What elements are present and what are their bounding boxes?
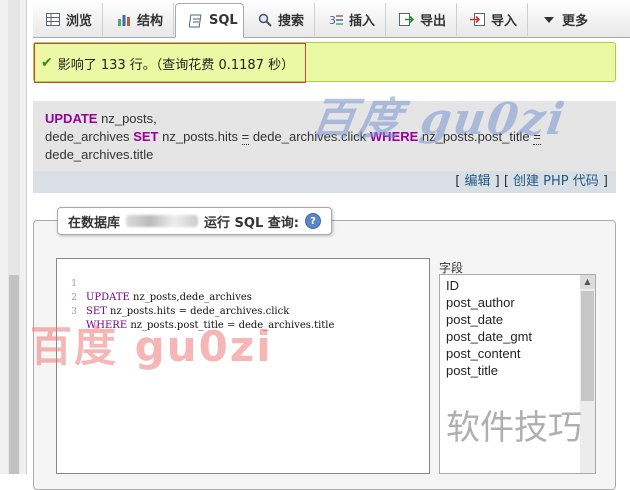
success-message-text: 影响了 133 行。（查询花费 0.1187 秒） [57, 57, 295, 73]
tab-structure-label: 结构 [137, 14, 164, 29]
export-icon [399, 13, 414, 27]
legend-suffix: 运行 SQL 查询: [204, 215, 299, 231]
edit-link[interactable]: 编辑 [464, 174, 490, 189]
left-scrollbar-thumb[interactable] [9, 275, 19, 474]
field-option[interactable]: post_content [440, 345, 595, 362]
create-php-code-link[interactable]: 创建 PHP 代码 [513, 174, 599, 189]
tab-more-label: 更多 [562, 14, 589, 29]
browse-icon [45, 13, 60, 27]
tab-export[interactable]: 导出 [387, 3, 457, 36]
sql-operator-equals: = [241, 129, 250, 145]
watermark-red: 百度 gu0zi [30, 322, 273, 371]
field-option[interactable]: post_date_gmt [440, 328, 595, 345]
import-icon [470, 13, 485, 27]
checkmark-icon: ✔ [41, 55, 53, 71]
tab-search-label: 搜索 [278, 14, 305, 29]
sql-action-links: [ 编辑 ] [ 创建 PHP 代码 ] [33, 171, 616, 193]
svg-text:3: 3 [329, 14, 336, 26]
tab-import[interactable]: 导入 [458, 3, 528, 36]
field-option[interactable]: post_author [440, 294, 595, 311]
structure-icon [116, 13, 131, 27]
tab-structure[interactable]: 结构 [104, 3, 174, 36]
success-message-highlight: ✔ 影响了 133 行。（查询花费 0.1187 秒） [34, 43, 306, 83]
bracket-close: ] [602, 174, 608, 189]
database-name-redacted [126, 215, 199, 227]
left-panel-edge [0, 0, 27, 474]
sql-table-1: nz_posts, [101, 111, 157, 126]
tab-insert[interactable]: 3 插入 [316, 3, 386, 36]
editor-line: 3 WHERE nz_posts.post_title = dede_archi… [57, 291, 429, 331]
chevron-down-icon [541, 13, 556, 27]
field-option[interactable]: ID [440, 277, 595, 294]
tab-bar: 浏览 结构 SQL 搜索 3 插入 导出 导入 更多 [33, 0, 630, 38]
bracket-open: [ [455, 174, 461, 189]
sql-table-2: dede_archives [45, 129, 130, 144]
legend-prefix: 在数据库 [68, 215, 121, 231]
run-sql-legend: 在数据库 运行 SQL 查询: ? [57, 207, 332, 235]
editor-line: 2 SET nz_posts.hits = dede_archives.clic… [57, 277, 429, 317]
sql-column-hits: nz_posts.hits [162, 129, 238, 144]
sql-column-title: dede_archives.title [45, 147, 154, 162]
watermark-top: 百度 gu0zi [307, 94, 570, 145]
sql-keyword-update: UPDATE [45, 111, 98, 126]
tab-sql[interactable]: SQL [175, 3, 244, 38]
sql-keyword-set: SET [133, 129, 159, 144]
tab-browse-label: 浏览 [66, 14, 93, 29]
watermark-gray: 软件技巧 [446, 408, 582, 448]
tab-insert-label: 插入 [349, 14, 376, 29]
success-message: ✔ 影响了 133 行。（查询花费 0.1187 秒） [33, 42, 616, 83]
fields-scrollbar[interactable]: ▲ [580, 275, 595, 473]
editor-line: 1 UPDATE nz_posts,dede_archives [57, 263, 429, 303]
fields-scrollbar-thumb[interactable] [581, 291, 594, 401]
tab-more[interactable]: 更多 [529, 3, 599, 36]
tab-browse[interactable]: 浏览 [33, 3, 103, 36]
tab-search[interactable]: 搜索 [245, 3, 315, 36]
field-option[interactable]: post_date [440, 311, 595, 328]
scroll-up-arrow-icon[interactable]: ▲ [580, 275, 595, 289]
tab-export-label: 导出 [420, 14, 447, 29]
tab-import-label: 导入 [491, 14, 518, 29]
search-icon [257, 13, 272, 27]
insert-icon: 3 [328, 13, 343, 27]
sql-icon [188, 14, 203, 28]
help-icon[interactable]: ? [304, 213, 321, 229]
field-option[interactable]: post_title [440, 362, 595, 379]
tab-sql-label: SQL [209, 13, 238, 28]
bracket-mid: ] [ [494, 174, 509, 189]
